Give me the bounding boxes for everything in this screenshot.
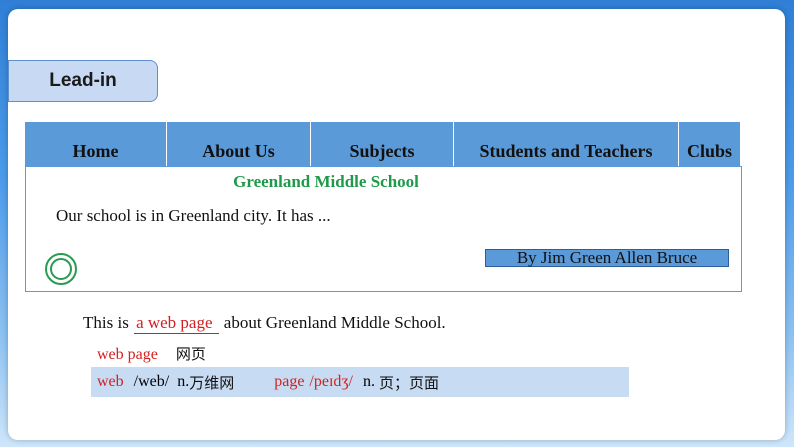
- vocab-phonetic-web: /web/: [133, 373, 170, 390]
- slide-canvas: Lead-in Home About Us Subjects Students …: [8, 9, 785, 440]
- vocab-meaning-page: 页；页面: [378, 373, 439, 392]
- vocab-pos-page: n.: [362, 373, 375, 390]
- circle-icon[interactable]: [45, 253, 77, 285]
- vocab-term-meaning: 网页: [175, 345, 206, 363]
- nav-item-students-and-teachers[interactable]: Students and Teachers: [454, 122, 679, 166]
- fill-in-sentence: This is a web page about Greenland Middl…: [83, 313, 446, 334]
- author-badge: By Jim Green Allen Bruce: [485, 249, 729, 267]
- vocab-phonetic-page: /peɪdʒ/: [309, 373, 353, 390]
- lead-in-label: Lead-in: [8, 60, 158, 102]
- vocab-line-2: web /web/ n. 万维网 page /peɪdʒ/ n. 页；页面: [91, 367, 629, 397]
- sentence-after: about Greenland Middle School.: [223, 313, 446, 332]
- vocab-meaning-web: 万维网: [189, 373, 235, 392]
- vocab-term: web page: [97, 346, 158, 363]
- vocab-line-1: web page 网页: [97, 343, 206, 364]
- vocab-word-page: page: [274, 373, 305, 390]
- vocab-pos-web: n.: [177, 373, 190, 390]
- webpage-content-box: Greenland Middle School Our school is in…: [25, 166, 742, 292]
- answer-blank: a web page: [134, 313, 219, 334]
- inner-circle-icon: [50, 258, 72, 280]
- site-nav-bar: Home About Us Subjects Students and Teac…: [25, 122, 740, 166]
- nav-item-home[interactable]: Home: [25, 122, 167, 166]
- school-title: Greenland Middle School: [233, 172, 419, 191]
- nav-item-clubs[interactable]: Clubs: [679, 122, 740, 166]
- sentence-before: This is: [83, 313, 129, 332]
- nav-item-subjects[interactable]: Subjects: [311, 122, 454, 166]
- intro-text: Our school is in Greenland city. It has …: [56, 206, 331, 225]
- nav-item-about-us[interactable]: About Us: [167, 122, 311, 166]
- vocab-word-web: web: [97, 373, 124, 390]
